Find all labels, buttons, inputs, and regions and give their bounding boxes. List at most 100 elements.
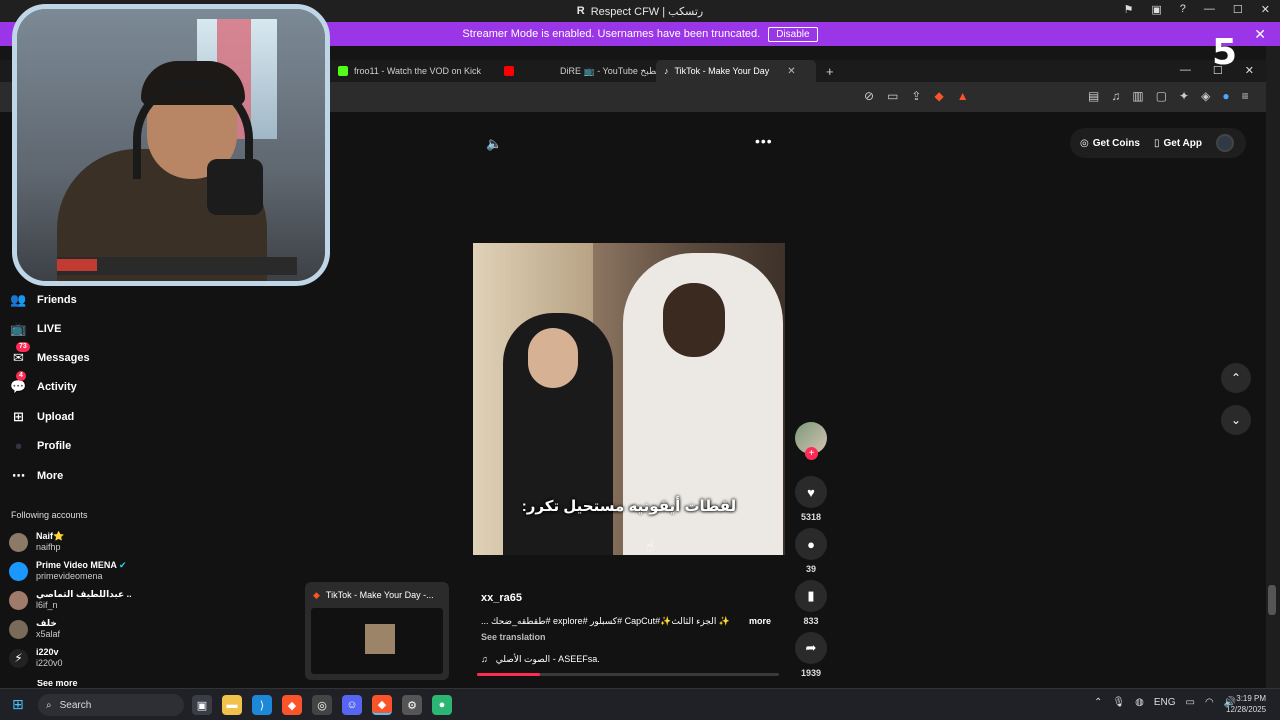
clock[interactable]: 3:19 PM 12/28/2025 xyxy=(1226,693,1266,715)
brave-shield-icon[interactable]: ◆ xyxy=(934,89,943,103)
chevron-up-icon[interactable]: ⌃ xyxy=(1094,697,1102,708)
close-icon[interactable]: ✕ xyxy=(1254,26,1266,43)
menu-icon[interactable]: ≡ xyxy=(1242,89,1249,103)
like-button[interactable]: ♥ 5318 xyxy=(795,476,827,522)
previous-video-button[interactable]: ⌃ xyxy=(1221,363,1251,393)
taskbar-search[interactable]: ⌕ Search xyxy=(38,694,184,716)
music-note-icon: ♫ xyxy=(481,654,488,664)
author-username[interactable]: xx_ra65 xyxy=(481,592,522,604)
user-avatar[interactable] xyxy=(1216,134,1234,152)
kick-icon xyxy=(338,66,348,76)
sidebar-item-label: Friends xyxy=(37,293,77,306)
video-progress-bar[interactable] xyxy=(477,673,779,676)
music-info[interactable]: ♫ الصوت الأصلي - ASEEFsa. xyxy=(481,654,600,665)
see-translation-link[interactable]: See translation xyxy=(481,632,546,642)
brave-active-icon[interactable]: ◆ xyxy=(372,695,392,715)
following-account[interactable]: خلف x5alaf xyxy=(9,618,60,640)
see-more-link[interactable]: See more xyxy=(9,680,78,688)
display-icon[interactable]: ▭ xyxy=(1186,697,1195,708)
youtube-icon xyxy=(504,66,514,76)
save-button[interactable]: ▮ 833 xyxy=(795,580,827,626)
task-view-icon[interactable]: ▣ xyxy=(192,695,212,715)
video-player[interactable]: لقطات أيقونيه مستحيل تكرر: xyxy=(473,243,785,555)
sidebar-item-activity[interactable]: 💬 4 Activity xyxy=(10,371,77,395)
account-handle: i220v0 xyxy=(36,658,63,668)
obs-icon[interactable]: ● xyxy=(432,695,452,715)
sidebar-item-profile[interactable]: ● Profile xyxy=(10,437,72,454)
help-icon[interactable]: ? xyxy=(1180,3,1186,16)
sidebar-item-friends[interactable]: 👥 Friends xyxy=(10,291,77,308)
no-video-icon[interactable]: ⊘ xyxy=(864,89,874,103)
sidebar-item-upload[interactable]: ⊞ Upload xyxy=(10,408,74,425)
share-button[interactable]: ➦ 1939 xyxy=(795,632,827,678)
network-icon[interactable]: ◍ xyxy=(1135,697,1144,708)
more-options-icon[interactable]: ••• xyxy=(755,133,773,149)
sidebar-item-more[interactable]: ⋯ More xyxy=(10,467,63,484)
maximize-button[interactable]: ☐ xyxy=(1233,3,1243,16)
tab-kick[interactable]: froo11 - Watch the VOD on Kick xyxy=(330,60,489,82)
taskbar-thumbnail-preview[interactable]: ◆ TikTok - Make Your Day -... xyxy=(305,582,449,680)
wifi-icon[interactable]: ◠ xyxy=(1205,697,1214,708)
flag-icon[interactable]: ⚑ xyxy=(1124,3,1134,16)
following-account[interactable]: Naif⭐ naifhp xyxy=(9,531,64,553)
preview-image xyxy=(311,608,443,674)
brave-browser-icon[interactable]: ◆ xyxy=(282,695,302,715)
follow-plus-icon[interactable]: + xyxy=(805,447,818,460)
tab-tiktok[interactable]: ♪ TikTok - Make Your Day ✕ xyxy=(656,60,816,82)
new-tab-button[interactable]: + xyxy=(818,60,842,82)
screen-icon[interactable]: ▣ xyxy=(1151,3,1161,16)
next-video-button[interactable]: ⌄ xyxy=(1221,405,1251,435)
tab-youtube[interactable]: DiRE 📺 - YouTube مطبخ xyxy=(552,60,669,82)
file-explorer-icon[interactable]: ▬ xyxy=(222,695,242,715)
chevron-down-icon: ⌄ xyxy=(1230,413,1242,427)
discord-icon[interactable]: ☺ xyxy=(342,695,362,715)
sidebar-toggle-icon[interactable]: ▥ xyxy=(1132,89,1143,103)
windows-start-icon[interactable]: ⊞ xyxy=(12,696,24,713)
extension-icon[interactable]: ● xyxy=(1222,89,1229,103)
minimize-button[interactable]: — xyxy=(1204,3,1215,16)
vscode-icon[interactable]: ⟩ xyxy=(252,695,272,715)
microphone-icon[interactable]: 🎙 xyxy=(1112,697,1125,708)
language-indicator[interactable]: ENG xyxy=(1154,697,1176,708)
following-account[interactable]: ⚡ i220v i220v0 xyxy=(9,647,63,669)
tiktok-icon: ♪ xyxy=(664,66,669,76)
avatar: ⚡ xyxy=(9,648,28,668)
settings-icon[interactable]: ⚙ xyxy=(402,695,422,715)
heart-icon: ♥ xyxy=(795,476,827,508)
close-button[interactable]: ✕ xyxy=(1245,64,1254,77)
get-coins-button[interactable]: ◎ Get Coins xyxy=(1080,138,1140,149)
scrollbar-thumb[interactable] xyxy=(1268,585,1276,615)
account-name: عبداللطيف التماصي .. xyxy=(36,589,132,599)
like-count: 5318 xyxy=(800,512,822,522)
close-button[interactable]: ✕ xyxy=(1261,3,1270,16)
sidebar-item-label: Messages xyxy=(37,351,90,364)
cast-icon[interactable]: ▭ xyxy=(887,89,898,103)
sidebar-item-messages[interactable]: ✉ 73 Messages xyxy=(10,342,90,366)
get-app-button[interactable]: ▯ Get App xyxy=(1154,138,1202,149)
comment-button[interactable]: ● 39 xyxy=(795,528,827,574)
volume-icon[interactable]: 🔈 xyxy=(486,136,502,152)
share-arrow-icon: ➦ xyxy=(795,632,827,664)
preview-title: TikTok - Make Your Day -... xyxy=(325,590,434,600)
music-icon[interactable]: ♫ xyxy=(1111,89,1120,103)
top-actions: ◎ Get Coins ▯ Get App xyxy=(1070,128,1246,158)
wallet-icon[interactable]: ▢ xyxy=(1156,89,1167,103)
music-title: الصوت الأصلي - ASEEFsa. xyxy=(495,654,600,664)
chrome-icon[interactable]: ◎ xyxy=(312,695,332,715)
close-tab-icon[interactable]: ✕ xyxy=(787,66,795,77)
more-link[interactable]: more xyxy=(749,616,771,627)
share-icon[interactable]: ⇪ xyxy=(911,89,921,103)
rewards-icon[interactable]: ▲ xyxy=(957,89,969,103)
following-account[interactable]: عبداللطيف التماصي .. l6if_n xyxy=(9,589,132,611)
sidebar-item-live[interactable]: 📺 LIVE xyxy=(10,320,61,337)
disable-button[interactable]: Disable xyxy=(768,26,818,42)
chevron-up-icon: ⌃ xyxy=(1230,371,1242,385)
leo-icon[interactable]: ✦ xyxy=(1179,89,1189,103)
following-account[interactable]: Prime Video MENA ✔ primevideomena xyxy=(9,560,127,582)
vpn-icon[interactable]: ◈ xyxy=(1201,89,1210,103)
sidebar-item-label: Activity xyxy=(37,380,77,393)
reader-icon[interactable]: ▤ xyxy=(1088,89,1099,103)
share-count: 1939 xyxy=(800,668,822,678)
minimize-button[interactable]: — xyxy=(1180,64,1191,77)
tab-youtube-small[interactable] xyxy=(496,60,522,82)
